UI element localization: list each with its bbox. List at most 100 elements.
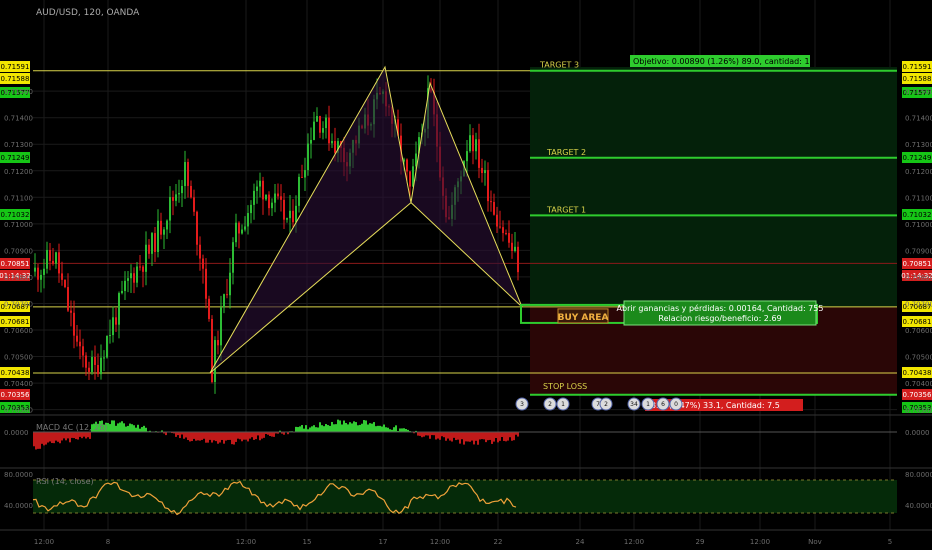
macd-bar bbox=[299, 426, 301, 432]
macd-bar bbox=[367, 424, 369, 432]
macd-bar bbox=[443, 432, 445, 438]
candle-body bbox=[58, 252, 60, 274]
macd-bar bbox=[441, 432, 443, 437]
macd-bar bbox=[317, 427, 319, 432]
x-tick-label: 22 bbox=[494, 538, 503, 546]
candle-body bbox=[193, 197, 195, 212]
rsi-tick-40-left: 40.0000 bbox=[4, 502, 33, 510]
x-tick-label: 12:00 bbox=[430, 538, 450, 546]
right-price-label: 0.70851 bbox=[903, 260, 932, 268]
candle-body bbox=[325, 117, 327, 129]
candle-body bbox=[316, 116, 318, 122]
y-tick-left: 0.71500 bbox=[4, 88, 33, 96]
y-tick-right: 0.71100 bbox=[905, 194, 932, 202]
candle-body bbox=[166, 220, 168, 230]
macd-bar bbox=[399, 428, 401, 432]
y-tick-right: 0.70500 bbox=[905, 354, 932, 362]
candle-body bbox=[247, 213, 249, 227]
event-flag: 2 bbox=[543, 397, 557, 411]
event-flag-count: 2 bbox=[548, 401, 552, 408]
macd-bar bbox=[369, 423, 371, 432]
macd-bar bbox=[361, 423, 363, 432]
macd-bar bbox=[467, 432, 469, 442]
y-tick-left: 0.70900 bbox=[4, 247, 33, 255]
candle-body bbox=[55, 252, 57, 264]
macd-bar bbox=[481, 432, 483, 440]
x-tick-label: 12:00 bbox=[236, 538, 256, 546]
event-flag-count: 6 bbox=[661, 401, 665, 408]
macd-bar bbox=[59, 432, 61, 444]
macd-bar bbox=[253, 432, 255, 440]
macd-bar bbox=[507, 432, 509, 441]
macd-bar bbox=[329, 425, 331, 432]
macd-bar bbox=[203, 432, 205, 439]
y-tick-left: 0.71200 bbox=[4, 168, 33, 176]
candle-body bbox=[244, 226, 246, 230]
candle-body bbox=[232, 242, 234, 273]
left-price-label: 0.71591 bbox=[1, 63, 30, 71]
macd-bar bbox=[263, 432, 265, 438]
event-flag-count: 0 bbox=[674, 401, 678, 408]
macd-bar bbox=[419, 432, 421, 436]
macd-bar bbox=[85, 432, 87, 439]
macd-bar bbox=[209, 432, 211, 440]
macd-bar bbox=[191, 432, 193, 442]
candle-body bbox=[262, 180, 264, 200]
candle-body bbox=[67, 287, 69, 311]
macd-bar bbox=[83, 432, 85, 437]
candle-body bbox=[280, 196, 282, 200]
macd-bar bbox=[129, 423, 131, 432]
macd-bar bbox=[489, 432, 491, 440]
candle-body bbox=[499, 226, 501, 228]
candle-body bbox=[148, 244, 150, 254]
macd-bar bbox=[423, 432, 425, 437]
candle-body bbox=[508, 233, 510, 243]
xab-fill bbox=[210, 67, 411, 373]
left-price-label: 0.71249 bbox=[1, 154, 30, 162]
candle-body bbox=[187, 162, 189, 186]
x-tick-label: 12:00 bbox=[624, 538, 644, 546]
macd-bar bbox=[301, 425, 303, 432]
macd-bar bbox=[305, 425, 307, 432]
candle-body bbox=[295, 205, 297, 223]
macd-bar bbox=[229, 432, 231, 440]
y-tick-left: 0.71000 bbox=[4, 221, 33, 229]
macd-bar bbox=[371, 423, 373, 432]
candle-body bbox=[286, 218, 288, 220]
macd-bar bbox=[337, 419, 339, 432]
macd-bar bbox=[487, 432, 489, 441]
candle-body bbox=[130, 273, 132, 279]
macd-bar bbox=[223, 432, 225, 444]
candle-body bbox=[475, 139, 477, 152]
candle-body bbox=[514, 246, 516, 252]
macd-bar bbox=[199, 432, 201, 441]
candle-body bbox=[73, 312, 75, 336]
macd-bar bbox=[215, 432, 217, 442]
candle-body bbox=[61, 273, 63, 280]
macd-bar bbox=[359, 424, 361, 432]
event-flag-count: 7 bbox=[596, 401, 600, 408]
open-pnl-line2: Relacion riesgo/beneficio: 2.69 bbox=[658, 314, 781, 323]
candle-body bbox=[181, 186, 183, 194]
macd-bar bbox=[479, 432, 481, 440]
candle-body bbox=[124, 280, 126, 291]
candle-body bbox=[271, 202, 273, 209]
macd-bar bbox=[429, 432, 431, 439]
macd-bar bbox=[135, 427, 137, 432]
y-tick-right: 0.71500 bbox=[905, 88, 932, 96]
event-flag-count: 34 bbox=[630, 401, 638, 408]
macd-bar bbox=[137, 424, 139, 432]
macd-bar bbox=[71, 432, 73, 438]
macd-bar bbox=[455, 432, 457, 441]
macd-bar bbox=[255, 432, 257, 440]
candle-body bbox=[331, 141, 333, 144]
macd-bar bbox=[89, 432, 91, 439]
candle-body bbox=[40, 274, 42, 280]
macd-bar bbox=[375, 426, 377, 432]
target3-label: TARGET 3 bbox=[539, 61, 579, 70]
macd-bar bbox=[353, 421, 355, 432]
y-tick-left: 0.71100 bbox=[4, 194, 33, 202]
macd-bar bbox=[193, 432, 195, 439]
macd-bar bbox=[211, 432, 213, 443]
macd-bar bbox=[339, 420, 341, 432]
